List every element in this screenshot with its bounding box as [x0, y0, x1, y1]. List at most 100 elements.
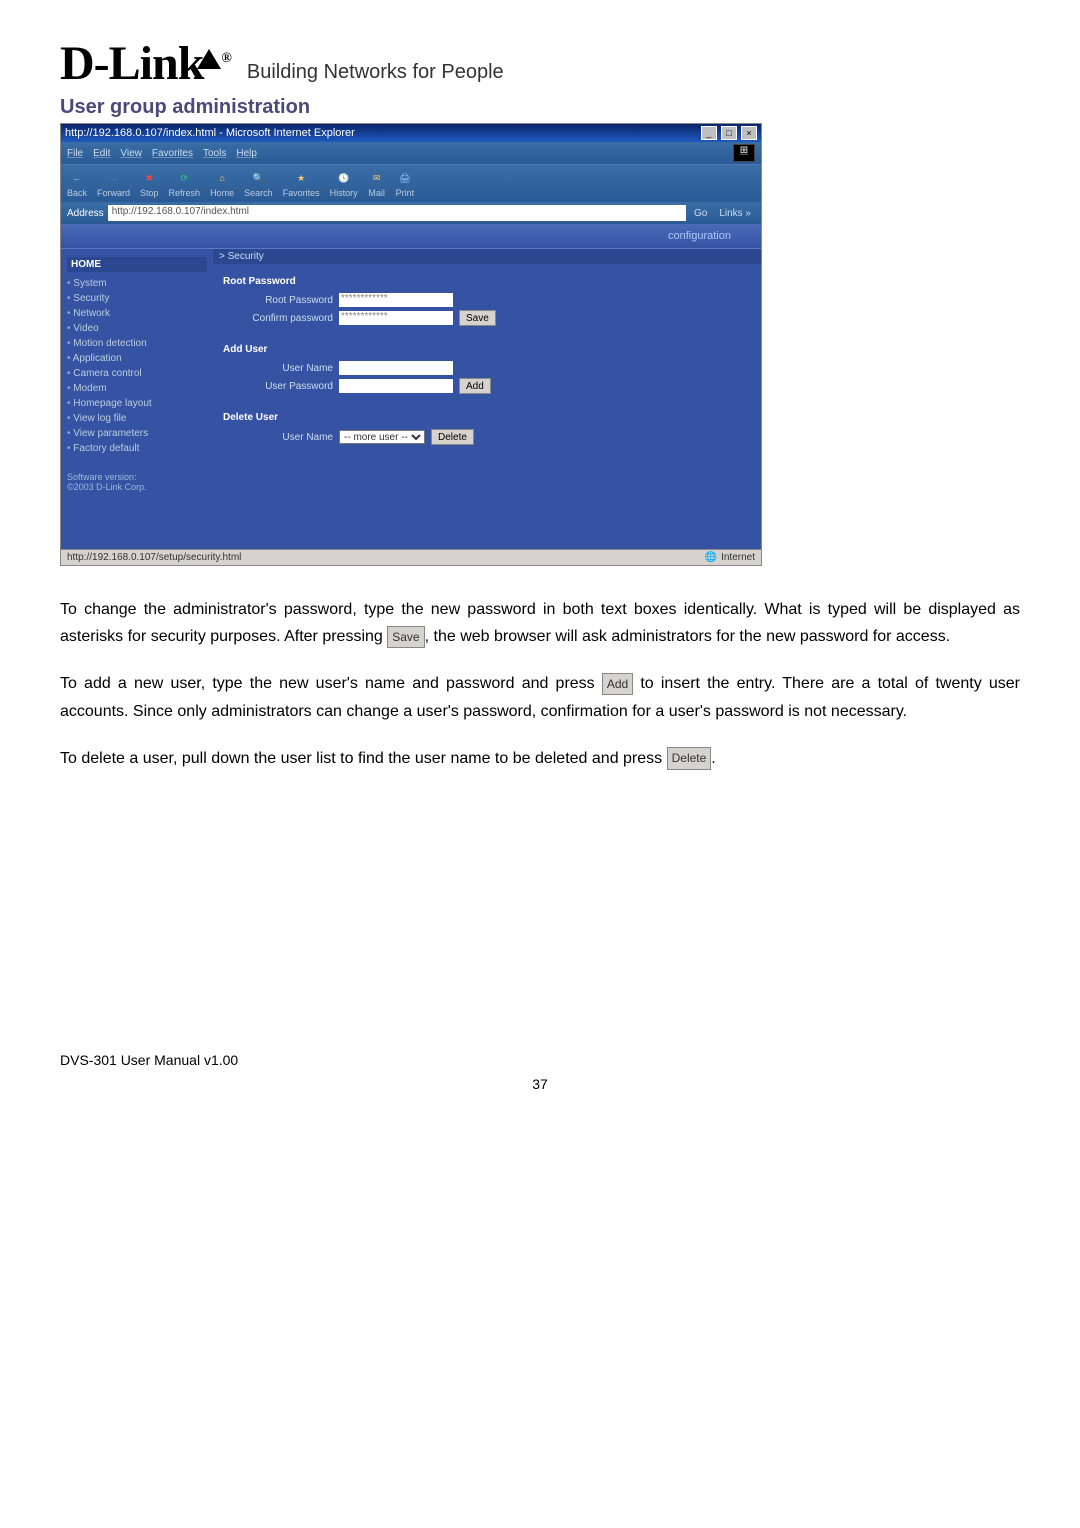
user-name-label: User Name	[223, 363, 333, 374]
sidebar-item-motion-detection[interactable]: Motion detection	[67, 336, 207, 351]
window-controls: _ □ ×	[700, 126, 757, 140]
print-icon: 🖨	[396, 169, 414, 187]
home-button[interactable]: ⌂Home	[210, 169, 234, 198]
sidebar-item-application[interactable]: Application	[67, 351, 207, 366]
refresh-label: Refresh	[169, 188, 201, 198]
section-title: User group administration	[60, 96, 1020, 119]
user-password-input[interactable]	[339, 379, 453, 393]
forward-icon: →	[105, 169, 123, 187]
sidebar-item-network[interactable]: Network	[67, 306, 207, 321]
delete-button[interactable]: Delete	[431, 429, 474, 445]
sidebar-list: System Security Network Video Motion det…	[67, 276, 207, 456]
search-label: Search	[244, 188, 273, 198]
ie-logo-icon: ⊞	[733, 144, 755, 162]
sidebar-item-homepage-layout[interactable]: Homepage layout	[67, 396, 207, 411]
back-button[interactable]: ←Back	[67, 169, 87, 198]
menu-help[interactable]: Help	[236, 148, 257, 159]
sidebar: HOME System Security Network Video Motio…	[61, 249, 213, 549]
history-button[interactable]: 🕓History	[330, 169, 358, 198]
menu-favorites[interactable]: Favorites	[152, 148, 193, 159]
delete-user-select[interactable]: -- more user --	[339, 430, 425, 444]
stop-label: Stop	[140, 188, 159, 198]
favorites-button[interactable]: ★Favorites	[283, 169, 320, 198]
stop-icon: ✖	[140, 169, 158, 187]
menu-file[interactable]: File	[67, 148, 83, 159]
mail-label: Mail	[368, 188, 385, 198]
print-button[interactable]: 🖨Print	[396, 169, 415, 198]
delete-user-row: User Name -- more user -- Delete	[223, 429, 751, 445]
menu-edit[interactable]: Edit	[93, 148, 110, 159]
internet-zone-label: Internet	[721, 552, 755, 563]
search-button[interactable]: 🔍Search	[244, 169, 273, 198]
p3-text-b: .	[711, 750, 715, 767]
save-button[interactable]: Save	[459, 310, 496, 326]
sidebar-item-view-log-file[interactable]: View log file	[67, 411, 207, 426]
footer-manual-label: DVS-301 User Manual v1.00	[60, 1052, 1020, 1068]
document-body: To change the administrator's password, …	[60, 596, 1020, 772]
sidebar-item-modem[interactable]: Modem	[67, 381, 207, 396]
forward-label: Forward	[97, 188, 130, 198]
go-button[interactable]: Go	[690, 208, 711, 219]
favorites-icon: ★	[292, 169, 310, 187]
confirm-password-label: Confirm password	[223, 313, 333, 324]
home-icon: ⌂	[213, 169, 231, 187]
browser-statusbar: http://192.168.0.107/setup/security.html…	[61, 549, 761, 565]
links-button[interactable]: Links »	[715, 208, 755, 219]
home-label: Home	[210, 188, 234, 198]
form-panel: Root Password Root Password ************…	[213, 264, 761, 454]
paragraph-2: To add a new user, type the new user's n…	[60, 670, 1020, 724]
paragraph-3: To delete a user, pull down the user lis…	[60, 745, 1020, 772]
user-name-input[interactable]	[339, 361, 453, 375]
root-password-input[interactable]: ************	[339, 293, 453, 307]
inline-add-button: Add	[602, 673, 633, 695]
sidebar-item-camera-control[interactable]: Camera control	[67, 366, 207, 381]
close-button[interactable]: ×	[741, 126, 757, 140]
add-button[interactable]: Add	[459, 378, 491, 394]
internet-zone-icon: 🌐	[705, 552, 717, 563]
brand-logo-text: D-Link	[60, 37, 203, 90]
sidebar-item-system[interactable]: System	[67, 276, 207, 291]
address-bar: Address http://192.168.0.107/index.html …	[61, 202, 761, 224]
delete-user-heading: Delete User	[223, 412, 751, 423]
page-tabstrip: configuration	[61, 224, 761, 249]
header-row: D-Link® Building Networks for People	[60, 40, 1020, 88]
sidebar-item-video[interactable]: Video	[67, 321, 207, 336]
page-number: 37	[60, 1076, 1020, 1092]
refresh-button[interactable]: ⟳Refresh	[169, 169, 201, 198]
mail-button[interactable]: ✉Mail	[368, 169, 386, 198]
root-password-label: Root Password	[223, 295, 333, 306]
menu-view[interactable]: View	[120, 148, 142, 159]
back-label: Back	[67, 188, 87, 198]
sidebar-item-factory-default[interactable]: Factory default	[67, 441, 207, 456]
paragraph-1: To change the administrator's password, …	[60, 596, 1020, 650]
browser-window: http://192.168.0.107/index.html - Micros…	[60, 123, 762, 566]
logo-arrow-icon	[197, 49, 221, 69]
address-input[interactable]: http://192.168.0.107/index.html	[108, 205, 686, 221]
registered-mark: ®	[221, 51, 230, 66]
add-user-heading: Add User	[223, 344, 751, 355]
print-label: Print	[396, 188, 415, 198]
confirm-password-input[interactable]: ************	[339, 311, 453, 325]
history-icon: 🕓	[335, 169, 353, 187]
history-label: History	[330, 188, 358, 198]
browser-title-text: http://192.168.0.107/index.html - Micros…	[65, 127, 355, 139]
user-password-row: User Password Add	[223, 378, 751, 394]
status-right: 🌐 Internet	[705, 552, 755, 563]
tab-configuration[interactable]: configuration	[668, 230, 731, 242]
breadcrumb: > Security	[213, 249, 761, 264]
page-footer: DVS-301 User Manual v1.00 37	[60, 1052, 1020, 1092]
sidebar-footer: Software version: ©2003 D-Link Corp.	[67, 472, 207, 492]
forward-button[interactable]: →Forward	[97, 169, 130, 198]
sidebar-item-security[interactable]: Security	[67, 291, 207, 306]
sidebar-home[interactable]: HOME	[67, 257, 207, 272]
p2-text-a: To add a new user, type the new user's n…	[60, 675, 602, 692]
software-version-label: Software version:	[67, 472, 207, 482]
sidebar-item-view-parameters[interactable]: View parameters	[67, 426, 207, 441]
maximize-button[interactable]: □	[721, 126, 737, 140]
root-password-heading: Root Password	[223, 276, 751, 287]
stop-button[interactable]: ✖Stop	[140, 169, 159, 198]
inline-save-button: Save	[387, 626, 424, 648]
menu-tools[interactable]: Tools	[203, 148, 226, 159]
minimize-button[interactable]: _	[701, 126, 717, 140]
refresh-icon: ⟳	[175, 169, 193, 187]
